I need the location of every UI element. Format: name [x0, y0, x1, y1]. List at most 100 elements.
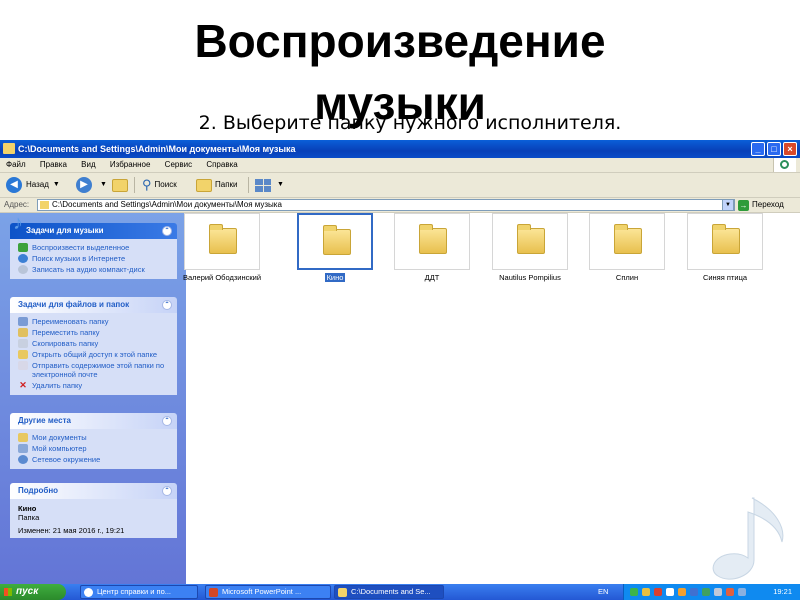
minimize-button[interactable]: _ [751, 142, 765, 156]
help-icon [84, 588, 93, 597]
file-tasks-body: Переименовать папку Переместить папку Ск… [10, 313, 177, 395]
task-move-folder[interactable]: Переместить папку [18, 328, 177, 337]
place-network[interactable]: Сетевое окружение [18, 455, 177, 464]
documents-icon [18, 433, 28, 442]
place-my-computer[interactable]: Мой компьютер [18, 444, 177, 453]
folders-label: Папки [215, 180, 238, 189]
tray-icon[interactable] [654, 588, 662, 596]
slide-title-line1: Воспроизведение [194, 15, 606, 67]
folder-item[interactable]: Сплин [579, 213, 675, 282]
search-button[interactable]: ⚲ Поиск [142, 173, 177, 197]
address-value: C:\Documents and Settings\Admin\Мои доку… [52, 200, 282, 209]
task-copy-folder[interactable]: Скопировать папку [18, 339, 177, 348]
folder-name: Сплин [615, 273, 639, 282]
folder-thumb [492, 213, 568, 270]
windows-logo-icon [773, 158, 796, 172]
music-tasks-header[interactable]: ♪ Задачи для музыки ⌃ [10, 213, 177, 239]
slide-subtitle: 2. Выберите папку нужного исполнителя. [198, 112, 622, 134]
address-input[interactable]: C:\Documents and Settings\Admin\Мои доку… [37, 199, 735, 211]
folder-item[interactable]: Валерий Ободзинский [174, 213, 270, 282]
place-label: Мой компьютер [32, 444, 87, 453]
music-tasks-title: Задачи для музыки [26, 226, 104, 235]
folder-icon [517, 224, 545, 254]
folder-label: Сплин [579, 273, 675, 282]
menu-help[interactable]: Справка [200, 158, 243, 172]
language-indicator[interactable]: EN [598, 584, 608, 600]
folder-item[interactable]: Синяя птица [677, 213, 773, 282]
start-button[interactable]: пуск [0, 584, 66, 600]
folder-icon [40, 201, 49, 209]
maximize-button[interactable]: □ [767, 142, 781, 156]
window-titlebar[interactable]: C:\Documents and Settings\Admin\Мои доку… [0, 140, 800, 158]
menu-file[interactable]: Файл [0, 158, 32, 172]
chevron-down-icon: ▼ [52, 181, 60, 188]
task-pane: ♪ Задачи для музыки ⌃ Воспроизвести выде… [0, 213, 186, 584]
tray-icon[interactable] [678, 588, 686, 596]
tray-icon[interactable] [666, 588, 674, 596]
folder-item-selected[interactable]: Кино [287, 213, 383, 282]
task-email-folder[interactable]: Отправить содержимое этой папки по элект… [18, 361, 177, 379]
menu-favorites[interactable]: Избранное [104, 158, 157, 172]
views-button[interactable]: ▼ [255, 173, 284, 197]
computer-icon [18, 444, 28, 453]
menu-tools[interactable]: Сервис [159, 158, 198, 172]
folder-icon [209, 224, 237, 254]
task-help-center[interactable]: Центр справки и по... [80, 585, 198, 599]
place-label: Мои документы [32, 433, 87, 442]
collapse-icon[interactable]: ⌃ [162, 226, 172, 236]
address-bar: Адрес: C:\Documents and Settings\Admin\М… [0, 198, 800, 213]
task-play-selection[interactable]: Воспроизвести выделенное [18, 243, 177, 252]
play-icon [18, 243, 28, 252]
share-icon [18, 350, 28, 359]
folder-thumb [589, 213, 665, 270]
details-header[interactable]: Подробно ⌃ [10, 483, 177, 499]
task-delete-folder[interactable]: ✕ Удалить папку [18, 381, 177, 391]
other-places-body: Мои документы Мой компьютер Сетевое окру… [10, 429, 177, 469]
go-button[interactable]: → Переход [738, 198, 784, 212]
folder-item[interactable]: Nautilus Pompilius [482, 213, 578, 282]
music-tasks-body: Воспроизвести выделенное Поиск музыки в … [10, 239, 177, 279]
task-burn-cd[interactable]: Записать на аудио компакт-диск [18, 265, 177, 274]
folder-item[interactable]: ДДТ [384, 213, 480, 282]
details-modified: Изменен: 21 мая 2016 г., 19:21 [18, 526, 125, 535]
task-label: Воспроизвести выделенное [32, 243, 130, 252]
up-button[interactable] [112, 173, 131, 197]
menu-edit[interactable]: Правка [34, 158, 73, 172]
other-places-header[interactable]: Другие места ⌃ [10, 413, 177, 429]
move-icon [18, 328, 28, 337]
collapse-icon[interactable]: ⌃ [162, 300, 172, 310]
task-label: Переименовать папку [32, 317, 109, 326]
forward-button[interactable]: ▶ ▼ [76, 173, 107, 197]
window-controls: _ □ × [751, 142, 797, 156]
music-tasks-panel: ♪ Задачи для музыки ⌃ Воспроизвести выде… [10, 213, 177, 279]
collapse-icon[interactable]: ⌃ [162, 416, 172, 426]
tray-icon[interactable] [630, 588, 638, 596]
file-tasks-header[interactable]: Задачи для файлов и папок ⌃ [10, 297, 177, 313]
address-dropdown-button[interactable]: ▼ [722, 199, 734, 211]
folder-up-icon [112, 178, 128, 192]
task-explorer[interactable]: C:\Documents and Se... [334, 585, 444, 599]
folder-name: Валерий Ободзинский [182, 273, 262, 282]
details-type: Папка [18, 513, 40, 522]
task-label: Отправить содержимое этой папки по элект… [32, 361, 165, 379]
folder-label: Валерий Ободзинский [174, 273, 270, 282]
folder-name: Синяя птица [702, 273, 748, 282]
go-icon: → [738, 199, 749, 211]
close-button[interactable]: × [783, 142, 797, 156]
task-find-music-online[interactable]: Поиск музыки в Интернете [18, 254, 177, 263]
place-my-documents[interactable]: Мои документы [18, 433, 177, 442]
folder-icon [323, 225, 351, 255]
menu-view[interactable]: Вид [75, 158, 101, 172]
folders-button[interactable]: Папки [196, 173, 238, 197]
collapse-icon[interactable]: ⌃ [162, 486, 172, 496]
back-button[interactable]: ◀ Назад ▼ [6, 173, 60, 197]
task-label: Открыть общий доступ к этой папке [32, 350, 158, 359]
chevron-down-icon: ▼ [100, 181, 107, 188]
task-rename-folder[interactable]: Переименовать папку [18, 317, 177, 326]
back-label: Назад [26, 180, 49, 189]
task-share-folder[interactable]: Открыть общий доступ к этой папке [18, 350, 177, 359]
folder-label: Синяя птица [677, 273, 773, 282]
tray-icon[interactable] [642, 588, 650, 596]
task-powerpoint[interactable]: Microsoft PowerPoint ... [205, 585, 331, 599]
task-label: Поиск музыки в Интернете [32, 254, 126, 263]
